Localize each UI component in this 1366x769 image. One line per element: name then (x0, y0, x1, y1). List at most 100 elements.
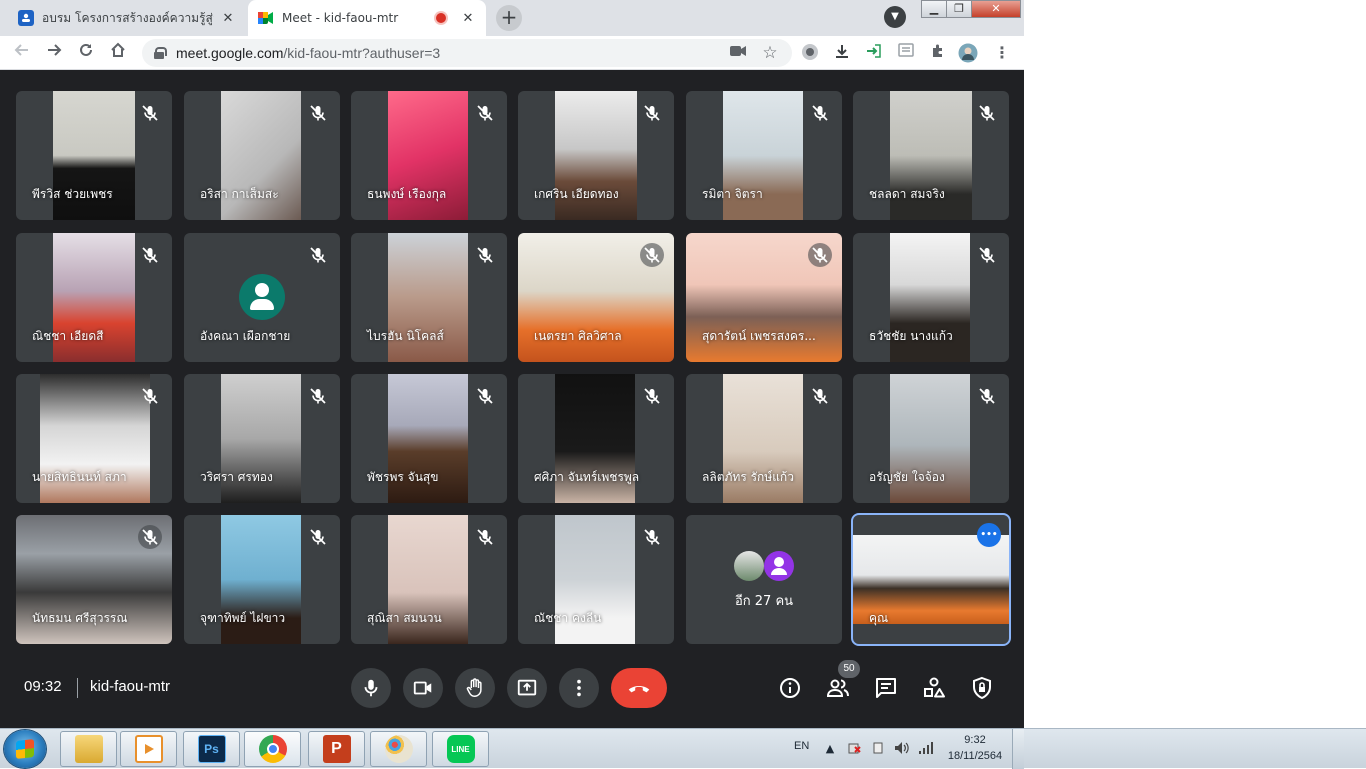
end-call-button[interactable] (611, 668, 667, 708)
bookmark-star-icon[interactable]: ☆ (760, 43, 780, 63)
raise-hand-button[interactable] (455, 668, 495, 708)
meeting-details-button[interactable] (776, 674, 804, 702)
host-controls-icon (973, 676, 991, 700)
show-hidden-icons-icon[interactable]: ▲ (822, 741, 838, 757)
chat-button[interactable] (872, 674, 900, 702)
participant-name: จุฑาทิพย์ ไฝขาว (200, 611, 286, 625)
tab-classroom[interactable]: อบรม โครงการสร้างองค์ความรู้สู่อาชีพ ✕ (8, 0, 246, 36)
clock-date[interactable]: 18/11/2564 (944, 750, 1006, 762)
chrome-icon (258, 735, 287, 763)
participant-tile[interactable]: วริศรา ศรทอง (184, 374, 340, 503)
restore-icon[interactable]: ❐ (946, 0, 972, 18)
lock-icon[interactable] (154, 47, 167, 59)
participant-tile[interactable]: ธนพงษ์ เรืองกุล (351, 91, 507, 220)
tab-meet[interactable]: Meet - kid-faou-mtr ✕ (248, 0, 486, 36)
sign-in-icon[interactable] (864, 43, 884, 63)
participant-tile[interactable]: ชลลดา สมจริง (853, 91, 1009, 220)
extension-icon[interactable] (800, 43, 820, 63)
mic-off-icon (640, 101, 664, 125)
participant-tile[interactable]: พีรวิส ช่วยเพชร (16, 91, 172, 220)
participant-tile[interactable]: เนตรยา ศิลวิศาล (518, 233, 674, 362)
taskbar-powerpoint[interactable]: P (308, 731, 365, 767)
camera-permission-icon[interactable] (728, 43, 748, 63)
participant-name: รมิตา จิตรา (702, 187, 763, 201)
more-options-icon[interactable]: ••• (977, 523, 1001, 547)
volume-icon[interactable] (894, 741, 910, 757)
mic-off-icon (473, 243, 497, 267)
menu-icon[interactable]: ⋮ (992, 43, 1012, 63)
close-icon[interactable]: ✕ (220, 11, 236, 26)
taskbar-photoshop[interactable]: Ps (183, 731, 240, 767)
back-icon[interactable] (10, 41, 34, 65)
people-count-badge: 50 (838, 660, 860, 678)
address-bar[interactable]: meet.google.com/kid-faou-mtr?authuser=3 (142, 39, 792, 67)
camera-button[interactable] (403, 668, 443, 708)
participant-tile[interactable]: ลลิตภัทร รักษ์แก้ว (686, 374, 842, 503)
participant-tile[interactable]: ณิชชา เอียดสี (16, 233, 172, 362)
home-icon[interactable] (106, 41, 130, 65)
tab-search-icon[interactable]: ▼ (884, 6, 906, 28)
participant-tile[interactable]: จุฑาทิพย์ ไฝขาว (184, 515, 340, 644)
other-participants-count: อีก 27 คน (734, 594, 794, 609)
puzzle-extensions-icon[interactable] (928, 43, 948, 63)
participant-name: อริสา กาเส็มสะ (200, 187, 279, 201)
device-icon[interactable] (870, 741, 886, 757)
reload-icon[interactable] (74, 41, 98, 65)
mic-off-icon (808, 101, 832, 125)
participant-tile[interactable]: อริสา กาเส็มสะ (184, 91, 340, 220)
mic-off-icon (808, 243, 832, 267)
taskbar-chrome[interactable] (244, 731, 301, 767)
present-screen-button[interactable] (507, 668, 547, 708)
activities-button[interactable] (920, 674, 948, 702)
participant-tile[interactable]: นัทธมน ศรีสุวรรณ (16, 515, 172, 644)
mic-off-icon (975, 101, 999, 125)
window-close-icon[interactable]: ✕ (971, 0, 1021, 18)
participant-tile[interactable]: ณัชชา คงลีน (518, 515, 674, 644)
activities-icon (924, 677, 945, 698)
reading-list-icon[interactable] (896, 43, 916, 63)
taskbar-paint[interactable] (370, 731, 427, 767)
mic-off-icon (473, 101, 497, 125)
network-signal-icon[interactable] (918, 741, 934, 757)
clock-time[interactable]: 9:32 (960, 734, 990, 746)
minimize-icon[interactable]: ▁ (921, 0, 947, 18)
participant-tile[interactable]: เกศริน เอียดทอง (518, 91, 674, 220)
mic-off-icon (975, 384, 999, 408)
participant-tile[interactable]: พัชรพร จันสุข (351, 374, 507, 503)
host-controls-button[interactable] (968, 674, 996, 702)
taskbar-media-player[interactable] (120, 731, 177, 767)
show-desktop-button[interactable] (1012, 729, 1024, 769)
new-tab-button[interactable]: + (496, 5, 522, 31)
participant-tile[interactable]: ไบรฮัน นิโคลส์ (351, 233, 507, 362)
participant-tile[interactable]: อรัญชัย ใจจ้อง (853, 374, 1009, 503)
forward-icon[interactable] (42, 41, 66, 65)
start-button[interactable] (4, 730, 46, 768)
participant-tile[interactable]: ธวัชชัย นางแก้ว (853, 233, 1009, 362)
participant-tile[interactable]: นายสิทธินนท์ สภา (16, 374, 172, 503)
mic-off-icon (138, 243, 162, 267)
language-indicator[interactable]: EN (794, 740, 809, 752)
profile-avatar-icon[interactable] (958, 43, 978, 63)
mic-off-icon (808, 384, 832, 408)
participant-tile[interactable]: อังคณา เผือกชาย (184, 233, 340, 362)
participant-tile[interactable]: สุณิสา สมนวน (351, 515, 507, 644)
mic-off-icon (306, 101, 330, 125)
participant-tile[interactable]: รมิตา จิตรา (686, 91, 842, 220)
microphone-button[interactable] (351, 668, 391, 708)
info-icon (780, 678, 800, 698)
participant-tile[interactable]: สุดารัตน์ เพชรสงคร... (686, 233, 842, 362)
mic-off-icon (640, 243, 664, 267)
people-button[interactable] (824, 674, 852, 702)
more-options-button[interactable] (559, 668, 599, 708)
taskbar-file-explorer[interactable] (60, 731, 117, 767)
participant-tile[interactable]: ศศิภา จันทร์เพชรพูล (518, 374, 674, 503)
self-name: คุณ (869, 611, 889, 625)
taskbar-line[interactable]: LINE (432, 731, 489, 767)
close-icon[interactable]: ✕ (460, 11, 476, 26)
self-tile[interactable]: ••• คุณ (851, 513, 1011, 646)
mic-off-icon (473, 384, 497, 408)
download-icon[interactable] (832, 43, 852, 63)
other-participants-tile[interactable]: อีก 27 คน (686, 515, 842, 644)
participant-name: ศศิภา จันทร์เพชรพูล (534, 470, 640, 484)
action-center-icon[interactable] (846, 741, 862, 757)
